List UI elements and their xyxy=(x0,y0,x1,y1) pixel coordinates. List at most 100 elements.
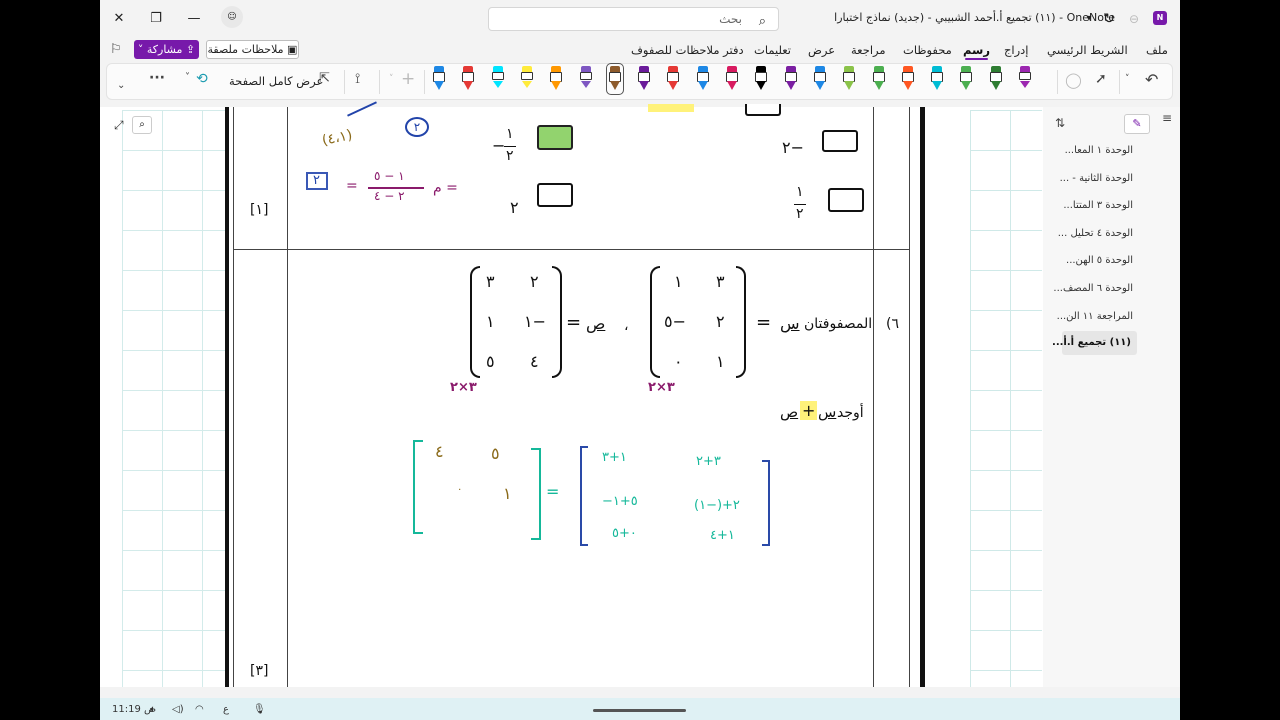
tab-view[interactable]: عرض xyxy=(808,43,835,57)
marks-label: [٣] xyxy=(250,663,269,679)
page-list-item-selected[interactable]: (١١) تجميع أ.أ... xyxy=(1052,331,1137,355)
pen-tool[interactable] xyxy=(843,66,856,92)
divider xyxy=(379,70,380,94)
speaker-icon[interactable]: ◁) xyxy=(172,704,184,715)
ink-cell: ٥ xyxy=(491,444,500,463)
pen-tool[interactable] xyxy=(784,66,797,92)
tab-draw[interactable]: رسم xyxy=(963,43,990,60)
restore-icon[interactable]: ❐ xyxy=(145,8,167,30)
pen-tool[interactable] xyxy=(901,66,914,92)
tab-file[interactable]: ملف xyxy=(1146,43,1168,57)
tab-help[interactable]: تعليمات xyxy=(754,43,791,57)
close-icon[interactable]: ✕ xyxy=(108,8,130,30)
pen-tool[interactable] xyxy=(931,66,944,92)
minimize-icon[interactable]: — xyxy=(183,8,205,30)
pen-tool[interactable] xyxy=(579,66,592,92)
matrix-cell: ٢ xyxy=(716,312,725,331)
sort-icon[interactable]: ⇅ xyxy=(1055,116,1065,130)
fullpage-view-label[interactable]: عرض كامل الصفحة xyxy=(229,74,323,88)
page-list-item[interactable]: الوحدة ١ المعا... xyxy=(1065,145,1133,156)
chevron-down-icon[interactable]: ▾ xyxy=(1078,8,1100,30)
tab-insert[interactable]: إدراج xyxy=(1004,43,1029,57)
page-list-item[interactable]: الوحدة الثانية - ... xyxy=(1060,173,1133,184)
matrix-p-label: ص xyxy=(586,314,606,333)
sticky-notes-button[interactable]: ▣ ملاحظات ملصقة xyxy=(206,40,299,59)
ink-cell: ٢+(−١) xyxy=(694,498,740,513)
share-button[interactable]: ⇪ مشاركة ˅ xyxy=(134,40,199,59)
zoom-icon[interactable]: ⌕ xyxy=(132,116,152,134)
pen-tool[interactable] xyxy=(872,66,885,92)
account-avatar[interactable]: ☺ xyxy=(221,6,243,28)
feedback-icon[interactable]: ⚐ xyxy=(110,42,122,57)
tab-home[interactable]: الشريط الرئيسي xyxy=(1047,43,1128,57)
answer-box-selected[interactable] xyxy=(537,125,573,150)
chevron-down-icon[interactable]: ˅ xyxy=(389,74,394,84)
tab-review[interactable]: مراجعة xyxy=(851,43,886,57)
volume-icon[interactable]: 🔈︎ xyxy=(150,704,156,715)
answer-box[interactable] xyxy=(822,130,858,152)
replay-icon[interactable]: ⟲ xyxy=(196,71,208,87)
select-pointer-icon[interactable]: ➚ xyxy=(1095,71,1107,87)
tab-history[interactable]: محفوظات xyxy=(903,43,952,57)
language-indicator[interactable]: ع xyxy=(223,704,229,715)
pen-tool[interactable] xyxy=(1019,66,1031,92)
matrix-cell: −٥ xyxy=(664,312,686,331)
divider xyxy=(344,70,345,94)
pen-tool[interactable] xyxy=(755,66,768,92)
ruler-icon[interactable]: ◯ xyxy=(1065,71,1082,89)
matrix-cell: ٥ xyxy=(486,352,495,371)
answer-box[interactable] xyxy=(745,104,781,116)
page-list-panel xyxy=(1043,107,1180,687)
add-page-button[interactable]: ✎ xyxy=(1124,114,1150,134)
pen-tool[interactable] xyxy=(726,66,738,92)
option-label: ١ ٢ xyxy=(792,184,812,228)
wifi-icon[interactable]: ◠ xyxy=(195,704,204,715)
pen-tool[interactable] xyxy=(696,66,709,92)
page-list-item[interactable]: الوحدة ٦ المصف... xyxy=(1053,283,1133,294)
chevron-down-icon[interactable]: ˅ xyxy=(185,72,190,83)
chevron-down-icon[interactable]: ˅ xyxy=(1125,74,1130,84)
answer-box[interactable] xyxy=(828,188,864,212)
page-border-right-inner xyxy=(909,107,910,687)
pen-tool[interactable] xyxy=(960,66,973,92)
pen-tool[interactable] xyxy=(638,66,651,92)
matrix-cell: ٤ xyxy=(530,352,539,371)
expand-icon[interactable]: ⤢ xyxy=(114,118,124,133)
divider xyxy=(1057,70,1058,94)
redo-icon[interactable]: ↻ xyxy=(1098,8,1120,30)
tab-class-notebook[interactable]: دفتر ملاحظات للصفوف xyxy=(631,43,744,57)
answer-box[interactable] xyxy=(537,183,573,207)
undo-icon[interactable]: ↶ xyxy=(1145,70,1158,89)
ink-cell: ١+٣ xyxy=(602,450,627,465)
pen-tool[interactable] xyxy=(989,66,1002,92)
page-list-item[interactable]: الوحدة ٥ الهن... xyxy=(1066,255,1133,266)
matrix-s: ٣ ١ ٢ −٥ ١ ٠ xyxy=(650,266,746,378)
page-list-item[interactable]: الوحدة ٤ تحليل ... xyxy=(1058,228,1133,239)
pen-tool[interactable] xyxy=(520,66,533,92)
matrix-cell: ٠ xyxy=(674,352,683,371)
lasso-icon[interactable]: ⟟ xyxy=(355,71,360,87)
back-icon[interactable]: ⊖ xyxy=(1123,8,1145,30)
page-list-item[interactable]: الوحدة ٣ المتتا... xyxy=(1063,200,1133,211)
comma: ، xyxy=(624,318,629,334)
page-list-item[interactable]: المراجعة ١١ الن... xyxy=(1057,311,1133,322)
matrix-cell: ٣ xyxy=(486,272,495,291)
onenote-window: ✕ ❐ — ☺ ⌕ بحث OneNote - (١١) تجميع أ.أحم… xyxy=(100,0,1180,720)
fullpage-view-icon[interactable]: ⇱ xyxy=(319,71,330,86)
pen-tool[interactable] xyxy=(813,66,826,92)
home-indicator[interactable] xyxy=(593,709,686,712)
more-options-button[interactable]: ··· xyxy=(149,70,165,86)
pen-tool[interactable] xyxy=(605,63,624,95)
pen-tool[interactable] xyxy=(433,66,445,92)
pen-tool[interactable] xyxy=(462,66,475,92)
pen-tool[interactable] xyxy=(667,66,680,92)
search-input[interactable]: ⌕ بحث xyxy=(488,7,779,31)
chevron-down-icon[interactable]: ⌄ xyxy=(117,80,125,91)
pen-tool[interactable] xyxy=(491,66,504,92)
menu-icon[interactable]: ≡ xyxy=(1162,111,1172,125)
add-pen-icon[interactable]: + xyxy=(401,69,415,89)
search-placeholder: بحث xyxy=(719,12,742,26)
pen-tool[interactable] xyxy=(550,66,563,92)
microphone-icon[interactable]: 🎙︎ xyxy=(253,704,266,715)
matrix-cell: ١ xyxy=(486,312,495,331)
